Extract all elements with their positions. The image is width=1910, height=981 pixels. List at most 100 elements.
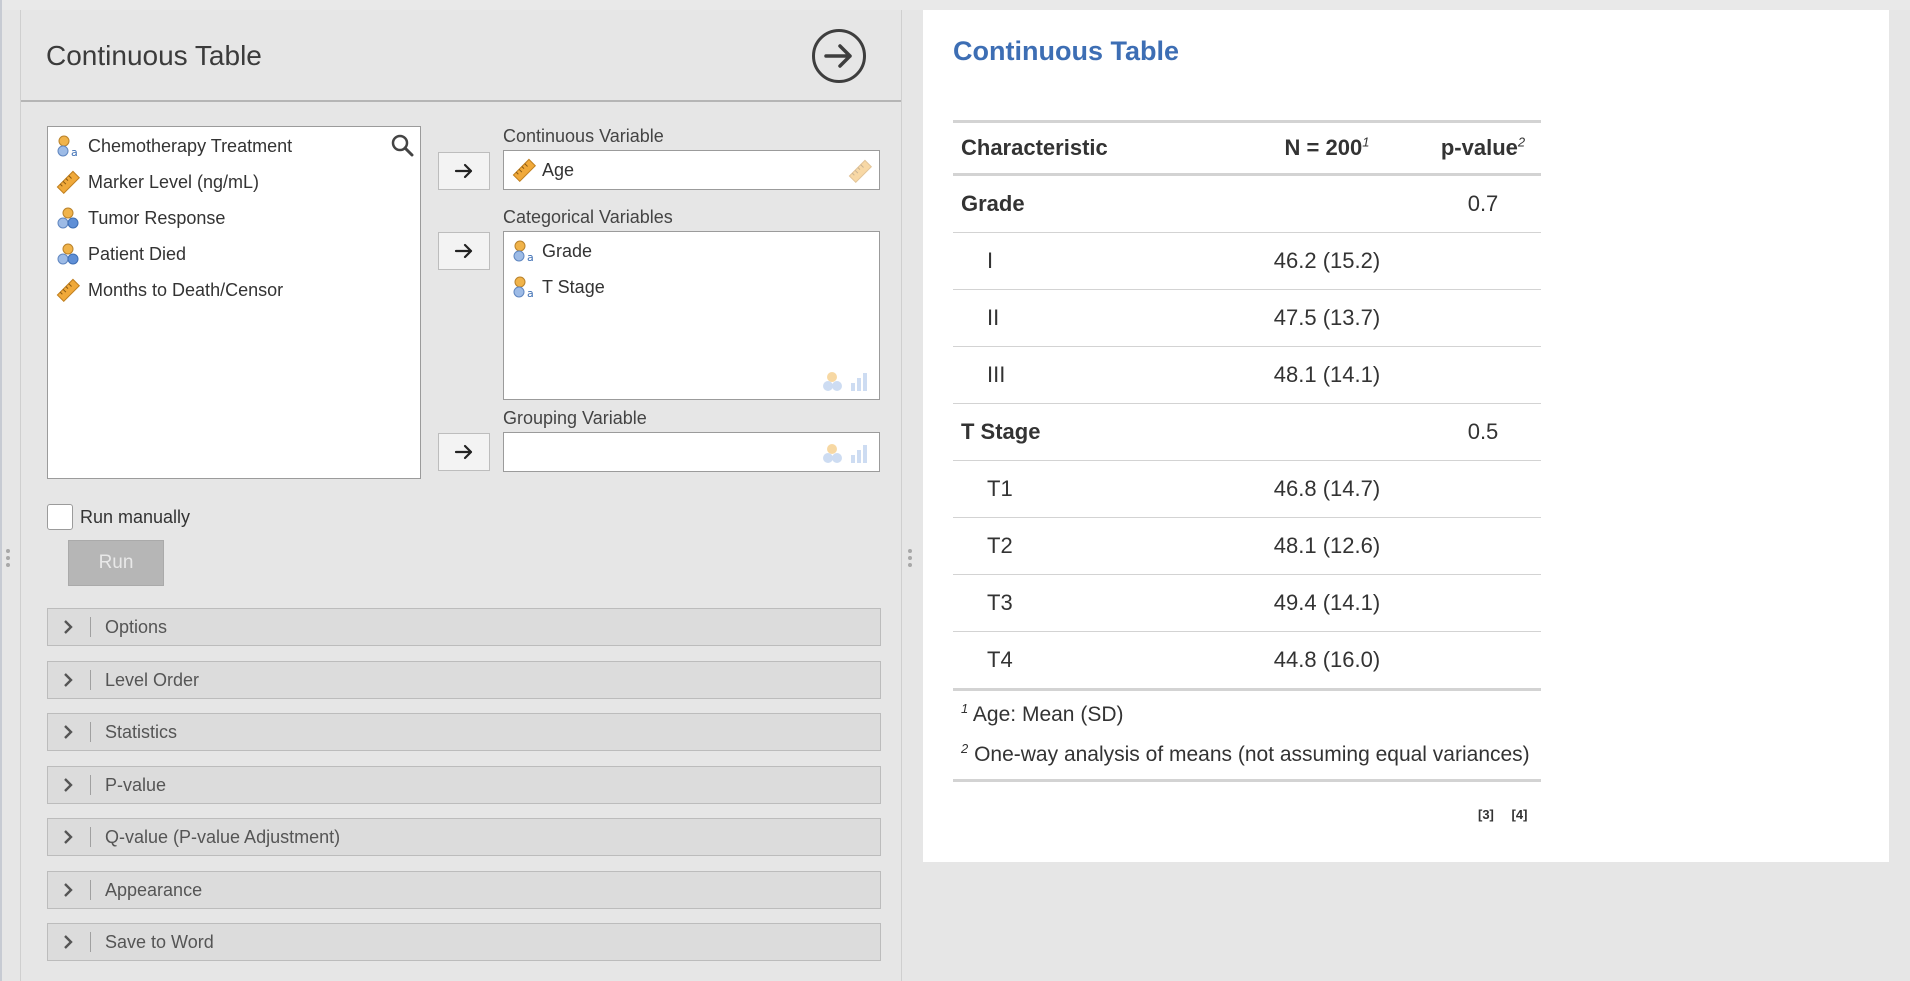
arrow-right-icon (454, 163, 473, 179)
table-row: T4 44.8 (16.0) (953, 631, 1541, 691)
svg-text:a: a (71, 146, 78, 158)
ruler-icon (512, 158, 536, 182)
header-p-value: p-value2 (1425, 120, 1541, 176)
go-to-results-button[interactable] (812, 29, 866, 83)
categorical-variables-label: Categorical Variables (503, 207, 673, 227)
section-label: Statistics (105, 722, 178, 742)
categorical-variables-box[interactable]: a Grade a T Stage (503, 231, 880, 400)
reference-link[interactable]: [3] (1478, 807, 1494, 822)
arrow-right-icon (454, 444, 473, 460)
section-q-value[interactable]: Q-value (P-value Adjustment) (47, 818, 881, 856)
arrow-right-icon (454, 243, 473, 259)
window-left-edge (0, 0, 2, 981)
table-row: I 46.2 (15.2) (953, 232, 1541, 290)
variable-label: Tumor Response (88, 207, 226, 228)
move-to-grouping-button[interactable] (438, 433, 490, 471)
row-label: T1 (953, 460, 1229, 518)
chevron-right-icon (64, 883, 73, 897)
row-label: Grade (953, 174, 1229, 233)
references: [3] [4] (1478, 807, 1541, 822)
continuous-variable-label: Continuous Variable (503, 126, 664, 146)
results-panel: Continuous Table Characteristic N = 2001… (923, 10, 1889, 862)
row-p-value (1425, 346, 1541, 404)
variable-item-chemotherapy-treatment[interactable]: a Chemotherapy Treatment (56, 131, 292, 161)
row-label: III (953, 346, 1229, 404)
arrow-right-circle-icon (824, 44, 852, 68)
move-to-continuous-button[interactable] (438, 152, 490, 190)
categorical-variable-label: T Stage (542, 276, 605, 297)
row-p-value (1425, 574, 1541, 632)
search-icon[interactable] (390, 133, 414, 157)
section-label: Appearance (105, 880, 203, 900)
header-n: N = 2001 (1229, 120, 1425, 176)
table-row: T1 46.8 (14.7) (953, 460, 1541, 518)
variable-label: Chemotherapy Treatment (88, 135, 293, 156)
panel-resize-grip[interactable] (908, 546, 912, 570)
section-level-order[interactable]: Level Order (47, 661, 881, 699)
categorical-variable-item-grade[interactable]: a Grade (512, 236, 592, 266)
results-table[interactable]: Characteristic N = 2001 p-value2 Grade 0… (953, 120, 1541, 691)
options-header: Continuous Table (21, 10, 901, 102)
variable-item-marker-level[interactable]: Marker Level (ng/mL) (56, 167, 259, 197)
variable-label: Marker Level (ng/mL) (88, 171, 260, 192)
nominal-icon: a (57, 135, 78, 158)
move-to-categorical-button[interactable] (438, 232, 490, 270)
chevron-right-icon (64, 620, 73, 634)
available-variables-list[interactable]: a Chemotherapy Treatment Marker Level (n… (47, 126, 421, 479)
window-top-edge (0, 0, 1910, 10)
row-p-value (1425, 631, 1541, 691)
row-value: 46.2 (15.2) (1229, 232, 1425, 290)
table-footnotes: 1 Age: Mean (SD) 2 One-way analysis of m… (953, 695, 1541, 782)
section-label: Level Order (105, 670, 200, 690)
section-appearance[interactable]: Appearance (47, 871, 881, 909)
row-p-value (1425, 289, 1541, 347)
categorical-variable-item-t-stage[interactable]: a T Stage (512, 272, 605, 302)
chevron-right-icon (64, 725, 73, 739)
run-button[interactable]: Run (68, 540, 164, 586)
variable-item-patient-died[interactable]: Patient Died (56, 239, 186, 269)
continuous-variable-item[interactable]: Age (512, 155, 574, 185)
table-row: Grade 0.7 (953, 174, 1541, 233)
chevron-right-icon (64, 935, 73, 949)
table-row: III 48.1 (14.1) (953, 346, 1541, 404)
grouping-variable-box[interactable] (503, 432, 880, 472)
section-label: P-value (105, 775, 167, 795)
left-resize-grip[interactable] (6, 546, 10, 570)
run-manually-checkbox[interactable] (47, 504, 73, 530)
continuous-variable-value: Age (542, 159, 575, 180)
chevron-right-icon (64, 673, 73, 687)
row-label: T4 (953, 631, 1229, 691)
section-options[interactable]: Options (47, 608, 881, 646)
chevron-right-icon (64, 830, 73, 844)
variable-item-tumor-response[interactable]: Tumor Response (56, 203, 225, 233)
row-value: 49.4 (14.1) (1229, 574, 1425, 632)
section-label: Options (105, 617, 168, 637)
row-p-value (1425, 232, 1541, 290)
nominal-icon: a (513, 276, 534, 299)
grouping-variable-label: Grouping Variable (503, 408, 647, 428)
table-row: T3 49.4 (14.1) (953, 574, 1541, 632)
row-value: 48.1 (14.1) (1229, 346, 1425, 404)
continuous-variable-box[interactable]: Age (503, 150, 880, 190)
ruler-icon (56, 278, 80, 302)
footnote: 2 One-way analysis of means (not assumin… (961, 741, 1530, 766)
continuous-type-hint-icon (848, 159, 873, 183)
section-save-to-word[interactable]: Save to Word (47, 923, 881, 961)
row-value: 48.1 (12.6) (1229, 517, 1425, 575)
row-value (1229, 174, 1425, 233)
row-label: I (953, 232, 1229, 290)
nominal-ordinal-hint-icon (823, 444, 867, 463)
variable-label: Patient Died (88, 243, 187, 264)
row-p-value (1425, 517, 1541, 575)
results-title[interactable]: Continuous Table (953, 36, 1179, 67)
reference-link[interactable]: [4] (1512, 807, 1528, 822)
svg-text:a: a (527, 251, 534, 263)
variable-item-months-to-death[interactable]: Months to Death/Censor (56, 275, 283, 305)
row-value: 47.5 (13.7) (1229, 289, 1425, 347)
options-panel: Continuous Table a Chemotherapy Treatmen… (20, 10, 902, 981)
nominal-icon (57, 207, 79, 229)
row-p-value: 0.5 (1425, 403, 1541, 461)
section-p-value[interactable]: P-value (47, 766, 881, 804)
row-label: II (953, 289, 1229, 347)
section-statistics[interactable]: Statistics (47, 713, 881, 751)
